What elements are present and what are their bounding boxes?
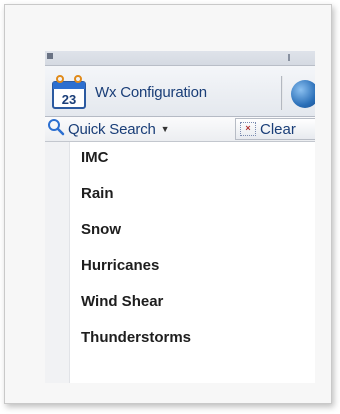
- list-item[interactable]: IMC: [71, 146, 301, 170]
- globe-icon[interactable]: [291, 80, 315, 108]
- chevron-down-icon: ▼: [160, 124, 170, 134]
- quick-search-dropdown[interactable]: Quick Search ▼: [47, 118, 170, 141]
- ribbon-toolbar: 23 Wx Configuration: [45, 66, 315, 117]
- search-results-list: IMC Rain Snow Hurricanes Wind Shear Thun…: [45, 142, 315, 383]
- wx-configuration-button[interactable]: 23 Wx Configuration: [51, 72, 265, 112]
- clear-label: Clear: [260, 120, 296, 138]
- app-panel: 23 Wx Configuration Quick Search ▼ × Cle…: [45, 51, 315, 383]
- calendar-icon: 23: [51, 74, 87, 110]
- title-bar-divider: [288, 54, 290, 61]
- clear-button[interactable]: × Clear: [235, 118, 315, 140]
- list-item[interactable]: Snow: [71, 218, 301, 242]
- list-item[interactable]: Wind Shear: [71, 290, 301, 314]
- list-item[interactable]: Rain: [71, 182, 301, 206]
- title-bar-icon: [47, 53, 53, 59]
- list-item[interactable]: Thunderstorms: [71, 326, 301, 350]
- clear-icon: ×: [240, 122, 256, 136]
- list-item[interactable]: Hurricanes: [71, 254, 301, 278]
- calendar-day-number: 23: [62, 92, 76, 107]
- window-frame: 23 Wx Configuration Quick Search ▼ × Cle…: [4, 4, 332, 404]
- quick-search-label: Quick Search: [68, 120, 156, 138]
- title-bar-fragment: [45, 51, 315, 66]
- toolbar-separator: [281, 76, 283, 110]
- search-toolbar: Quick Search ▼ × Clear: [45, 117, 315, 142]
- list-gutter: [45, 142, 70, 383]
- search-icon: [47, 118, 65, 141]
- wx-configuration-label: Wx Configuration: [95, 83, 207, 101]
